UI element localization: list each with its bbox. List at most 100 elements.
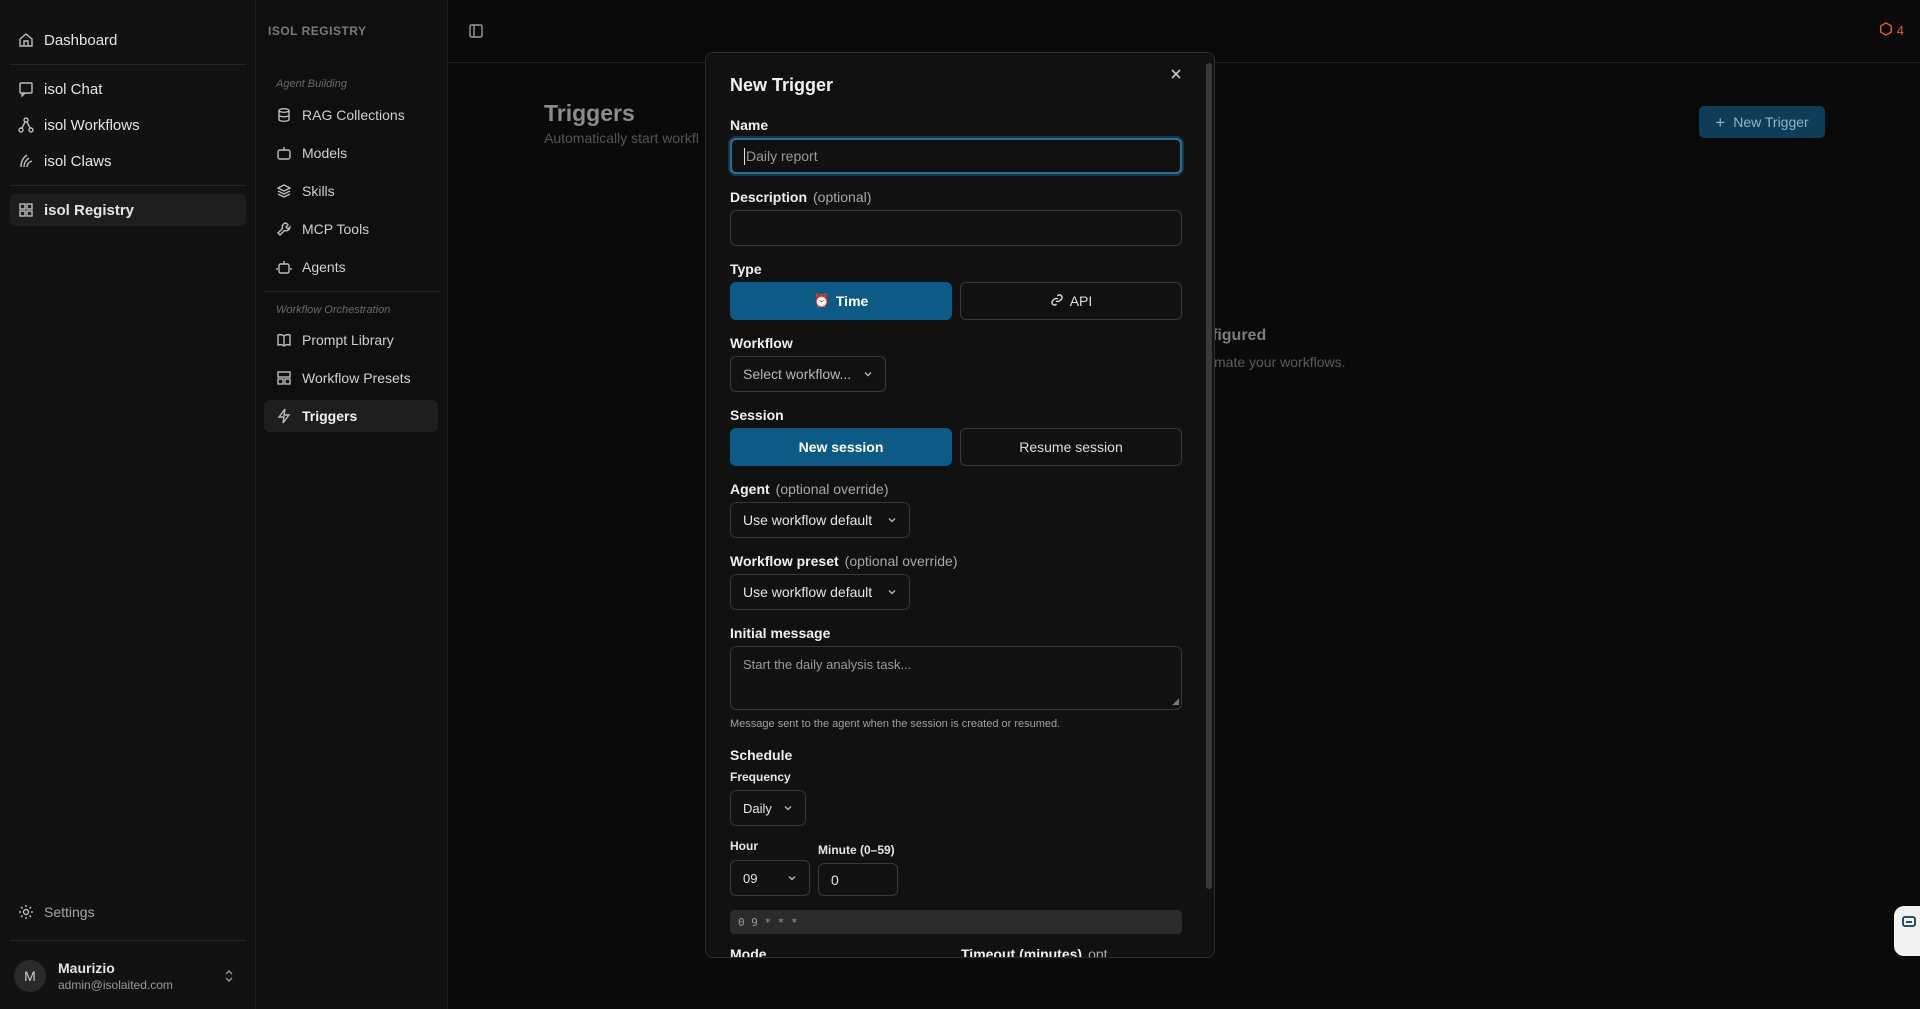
type-label: Type (730, 261, 762, 277)
new-trigger-button[interactable]: + New Trigger (1699, 106, 1825, 138)
sidebar-item-label: isol Chat (44, 80, 103, 98)
chevron-down-icon (787, 873, 797, 883)
divider (10, 185, 246, 186)
page-title: Triggers (544, 100, 635, 126)
user-email: admin@isolaited.com (58, 978, 173, 992)
layers-icon (276, 183, 292, 199)
alarm-clock-icon: ⏰ (813, 293, 830, 308)
chevron-updown-icon[interactable] (222, 968, 236, 989)
divider (10, 64, 246, 65)
registry-item-triggers[interactable]: Triggers (264, 400, 438, 432)
message-icon (18, 81, 34, 97)
gear-icon (18, 904, 34, 920)
registry-item-workflow-presets[interactable]: Workflow Presets (264, 362, 438, 394)
sidebar-item-isol-workflows[interactable]: isol Workflows (10, 109, 246, 141)
registry-item-label: Skills (302, 183, 335, 199)
sidebar-item-label: Dashboard (44, 31, 118, 49)
registry-item-agents[interactable]: Agents (264, 251, 438, 283)
session-label: Session (730, 407, 784, 423)
registry-item-label: Triggers (302, 408, 358, 424)
registry-item-label: Prompt Library (302, 332, 394, 348)
bot-icon (276, 259, 292, 275)
hour-value: 09 (743, 870, 758, 886)
settings-label: Settings (44, 904, 95, 920)
registry-item-label: Workflow Presets (302, 370, 411, 386)
registry-title: ISOL REGISTRY (268, 24, 367, 38)
new-trigger-dialog: New Trigger Name Daily report Descriptio… (705, 52, 1215, 958)
frequency-value: Daily (743, 800, 772, 816)
sidebar-toggle-icon[interactable] (468, 23, 484, 44)
divider (10, 940, 246, 941)
registry-item-prompt-library[interactable]: Prompt Library (264, 324, 438, 356)
dialog-title: New Trigger (730, 75, 834, 95)
sidebar-item-label: isol Workflows (44, 116, 140, 134)
workflow-icon (18, 117, 34, 133)
name-input[interactable]: Daily report (730, 138, 1182, 174)
preset-label: Workflow preset (optional override) (730, 553, 958, 569)
registry-item-mcp-tools[interactable]: MCP Tools (264, 213, 438, 245)
registry-item-rag-collections[interactable]: RAG Collections (264, 99, 438, 131)
preset-select-value: Use workflow default (743, 584, 873, 600)
home-icon (18, 32, 34, 48)
message-label: Initial message (730, 625, 831, 641)
group-label-workflow-orchestration: Workflow Orchestration (276, 304, 391, 316)
session-resume-button[interactable]: Resume session (960, 428, 1182, 466)
agent-label: Agent (optional override) (730, 481, 889, 497)
resize-handle-icon[interactable]: ◢ (1172, 696, 1179, 707)
minute-value: 0 (831, 871, 839, 888)
agent-select-value: Use workflow default (743, 512, 873, 528)
bolt-icon (276, 408, 292, 424)
sidebar-item-isol-claws[interactable]: isol Claws (10, 145, 246, 177)
chevron-down-icon (887, 515, 897, 525)
sidebar-item-label: isol Claws (44, 152, 112, 170)
sidebar-item-isol-chat[interactable]: isol Chat (10, 73, 246, 105)
grid-icon (18, 202, 34, 218)
minute-input[interactable]: 0 (818, 863, 898, 896)
description-input[interactable] (730, 210, 1182, 246)
type-time-button[interactable]: ⏰ Time (730, 282, 952, 320)
wrench-icon (276, 221, 292, 237)
agent-select[interactable]: Use workflow default (730, 502, 910, 538)
close-icon[interactable] (1170, 67, 1182, 85)
sidebar-item-settings[interactable]: Settings (10, 896, 246, 928)
workflow-select[interactable]: Select workflow... (730, 356, 886, 392)
session-new-button[interactable]: New session (730, 428, 952, 466)
frequency-select[interactable]: Daily (730, 790, 806, 826)
hour-select[interactable]: 09 (730, 860, 810, 896)
cron-expression: 0 9 * * * (730, 910, 1182, 934)
message-help-text: Message sent to the agent when the sessi… (730, 718, 1061, 730)
chat-icon (1901, 914, 1917, 935)
chevron-down-icon (783, 803, 793, 813)
registry-item-label: Models (302, 145, 348, 161)
initial-message-textarea[interactable]: Start the daily analysis task... ◢ (730, 646, 1182, 710)
registry-item-skills[interactable]: Skills (264, 175, 438, 207)
workflow-label: Workflow (730, 335, 793, 351)
empty-state-title: figured (1212, 327, 1267, 344)
workflow-select-value: Select workflow... (743, 366, 852, 382)
message-placeholder: Start the daily analysis task... (743, 657, 912, 672)
sidebar-item-isol-registry[interactable]: isol Registry (10, 194, 246, 226)
database-icon (276, 107, 292, 123)
user-name: Maurizio (58, 960, 115, 976)
chevron-down-icon (887, 587, 897, 597)
sidebar-item-dashboard[interactable]: Dashboard (10, 24, 246, 56)
name-label: Name (730, 117, 769, 133)
primary-sidebar: Dashboard isol Chat isol Workflows isol … (0, 0, 256, 1009)
preset-select[interactable]: Use workflow default (730, 574, 910, 610)
type-api-label: API (1069, 293, 1093, 309)
mode-label: Mode (730, 946, 767, 958)
frequency-label: Frequency (730, 770, 791, 784)
session-new-label: New session (798, 439, 884, 455)
hour-label: Hour (730, 839, 758, 853)
dialog-scrollbar[interactable] (1206, 63, 1212, 889)
new-trigger-label: New Trigger (1733, 114, 1809, 130)
registry-item-models[interactable]: Models (264, 137, 438, 169)
user-menu[interactable]: M Maurizio admin@isolaited.com (14, 960, 173, 992)
type-api-button[interactable]: API (960, 282, 1182, 320)
claw-icon (18, 153, 34, 169)
notification-badge[interactable]: 4 (1879, 22, 1904, 39)
chevron-down-icon (863, 369, 873, 379)
support-chat-button[interactable] (1894, 906, 1920, 956)
registry-sidebar: ISOL REGISTRY Agent Building RAG Collect… (256, 0, 448, 1009)
schedule-label: Schedule (730, 747, 793, 763)
